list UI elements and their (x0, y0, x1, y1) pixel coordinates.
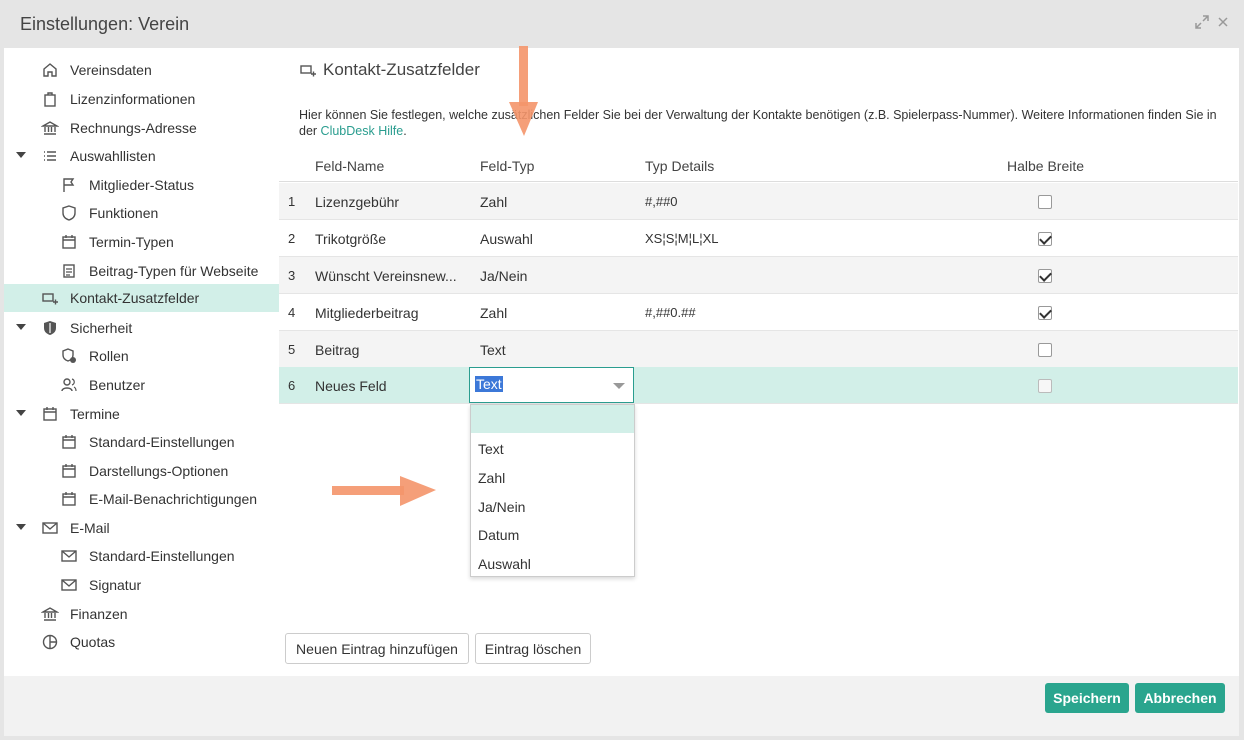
save-button[interactable]: Speichern (1045, 683, 1129, 713)
pie-chart-icon (42, 634, 58, 650)
caret-down-icon[interactable] (16, 522, 26, 532)
sidebar-item-termin-typen[interactable]: Termin-Typen (4, 228, 279, 256)
annotation-arrow-down (509, 46, 538, 136)
annotation-arrow-right (332, 476, 436, 506)
sidebar-item-email-benachrichtigungen[interactable]: E-Mail-Benachrichtigungen (4, 485, 279, 513)
dropdown-arrow-icon[interactable] (613, 383, 625, 389)
users-icon (61, 378, 77, 392)
dropdown-option-text[interactable]: Text (471, 434, 634, 462)
sidebar-item-sicherheit[interactable]: Sicherheit (4, 314, 279, 342)
sidebar-item-termine-standard-einstellungen[interactable]: Standard-Einstellungen (4, 428, 279, 456)
half-width-checkbox[interactable] (1038, 232, 1052, 246)
half-width-checkbox[interactable] (1038, 379, 1052, 393)
content-panel: Kontakt-Zusatzfelder Hier können Sie fes… (279, 48, 1239, 676)
document-icon (63, 264, 75, 278)
calendar-icon (43, 407, 57, 421)
sidebar-item-signatur[interactable]: Signatur (4, 571, 279, 599)
panel-description: Hier können Sie festlegen, welche zusätz… (299, 108, 1217, 138)
half-width-checkbox[interactable] (1038, 195, 1052, 209)
sidebar-item-mitglieder-status[interactable]: Mitglieder-Status (4, 171, 279, 199)
sidebar-item-quotas[interactable]: Quotas (4, 628, 279, 656)
add-entry-button[interactable]: Neuen Eintrag hinzufügen (285, 633, 469, 664)
list-icon (44, 151, 56, 161)
panel-header: Kontakt-Zusatzfelder (299, 60, 480, 80)
maximize-icon[interactable] (1194, 14, 1210, 30)
bank-icon (41, 121, 59, 135)
role-shield-icon (62, 348, 76, 363)
sidebar-item-kontakt-zusatzfelder[interactable]: Kontakt-Zusatzfelder (4, 284, 279, 312)
cancel-button[interactable]: Abbrechen (1135, 683, 1225, 713)
half-width-checkbox[interactable] (1038, 306, 1052, 320)
mail-icon (61, 550, 77, 562)
security-shield-icon (44, 321, 56, 335)
dialog-footer: Speichern Abbrechen (4, 676, 1239, 736)
caret-down-icon[interactable] (16, 150, 26, 160)
sidebar-item-benutzer[interactable]: Benutzer (4, 371, 279, 399)
column-header-half-width[interactable]: Halbe Breite (1007, 158, 1084, 174)
title-bar: Einstellungen: Verein (0, 0, 1244, 48)
dropdown-option-empty[interactable] (471, 405, 634, 433)
help-link[interactable]: ClubDesk Hilfe (321, 124, 404, 138)
mail-icon (42, 522, 58, 534)
flag-icon (63, 178, 75, 192)
dropdown-option-zahl[interactable]: Zahl (471, 463, 634, 491)
shopping-bag-icon (44, 92, 56, 107)
sidebar-item-darstellungs-optionen[interactable]: Darstellungs-Optionen (4, 457, 279, 485)
sidebar-item-rechnungs-adresse[interactable]: Rechnungs-Adresse (4, 114, 279, 142)
field-type-dropdown: Text Zahl Ja/Nein Datum Auswahl (470, 404, 635, 577)
mail-icon (61, 579, 77, 591)
dropdown-option-ja-nein[interactable]: Ja/Nein (471, 492, 634, 520)
calendar-icon (62, 235, 76, 249)
sidebar-item-email-standard-einstellungen[interactable]: Standard-Einstellungen (4, 542, 279, 570)
dialog-title: Einstellungen: Verein (20, 14, 190, 34)
sidebar-item-rollen[interactable]: Rollen (4, 342, 279, 370)
panel-title: Kontakt-Zusatzfelder (323, 60, 480, 79)
sidebar-item-funktionen[interactable]: Funktionen (4, 199, 279, 227)
half-width-checkbox[interactable] (1038, 269, 1052, 283)
delete-entry-button[interactable]: Eintrag löschen (475, 633, 591, 664)
table-row[interactable]: 4 Mitgliederbeitrag Zahl #,##0.## (279, 294, 1238, 331)
table-row[interactable]: 2 Trikotgröße Auswahl XS¦S¦M¦L¦XL (279, 220, 1238, 257)
field-type-select[interactable]: Text (469, 367, 634, 403)
calendar-icon (62, 464, 76, 478)
settings-sidebar: Vereinsdaten Lizenzinformationen Rechnun… (4, 48, 279, 736)
add-field-icon (300, 65, 316, 77)
sidebar-item-auswahllisten[interactable]: Auswahllisten (4, 142, 279, 170)
bank-icon (41, 607, 59, 621)
half-width-checkbox[interactable] (1038, 343, 1052, 357)
table-header: Feld-Name Feld-Typ Typ Details Halbe Bre… (279, 152, 1238, 182)
sidebar-item-vereinsdaten[interactable]: Vereinsdaten (4, 56, 279, 84)
table-row[interactable]: 3 Wünscht Vereinsnew... Ja/Nein (279, 257, 1238, 294)
column-header-name[interactable]: Feld-Name (315, 158, 384, 174)
dropdown-option-auswahl[interactable]: Auswahl (471, 549, 634, 577)
column-header-details[interactable]: Typ Details (645, 158, 714, 174)
sidebar-item-email[interactable]: E-Mail (4, 514, 279, 542)
add-field-icon (42, 293, 58, 305)
calendar-icon (62, 492, 76, 506)
table-row[interactable]: 5 Beitrag Text (279, 331, 1238, 368)
table-row-editing[interactable]: 6 Neues Feld (279, 367, 1238, 404)
caret-down-icon[interactable] (16, 322, 26, 332)
close-icon[interactable] (1216, 14, 1230, 30)
sidebar-item-finanzen[interactable]: Finanzen (4, 600, 279, 628)
shield-icon (62, 205, 76, 221)
table-row[interactable]: 1 Lizenzgebühr Zahl #,##0 (279, 183, 1238, 220)
settings-dialog: Einstellungen: Verein Vereinsdaten Lizen… (0, 0, 1244, 740)
sidebar-item-lizenzinformationen[interactable]: Lizenzinformationen (4, 85, 279, 113)
calendar-icon (62, 435, 76, 449)
column-header-type[interactable]: Feld-Typ (480, 158, 534, 174)
sidebar-item-beitrag-typen[interactable]: Beitrag-Typen für Webseite (4, 257, 279, 285)
dropdown-option-datum[interactable]: Datum (471, 520, 634, 548)
caret-down-icon[interactable] (16, 408, 26, 418)
home-icon (43, 63, 57, 77)
sidebar-item-termine[interactable]: Termine (4, 400, 279, 428)
